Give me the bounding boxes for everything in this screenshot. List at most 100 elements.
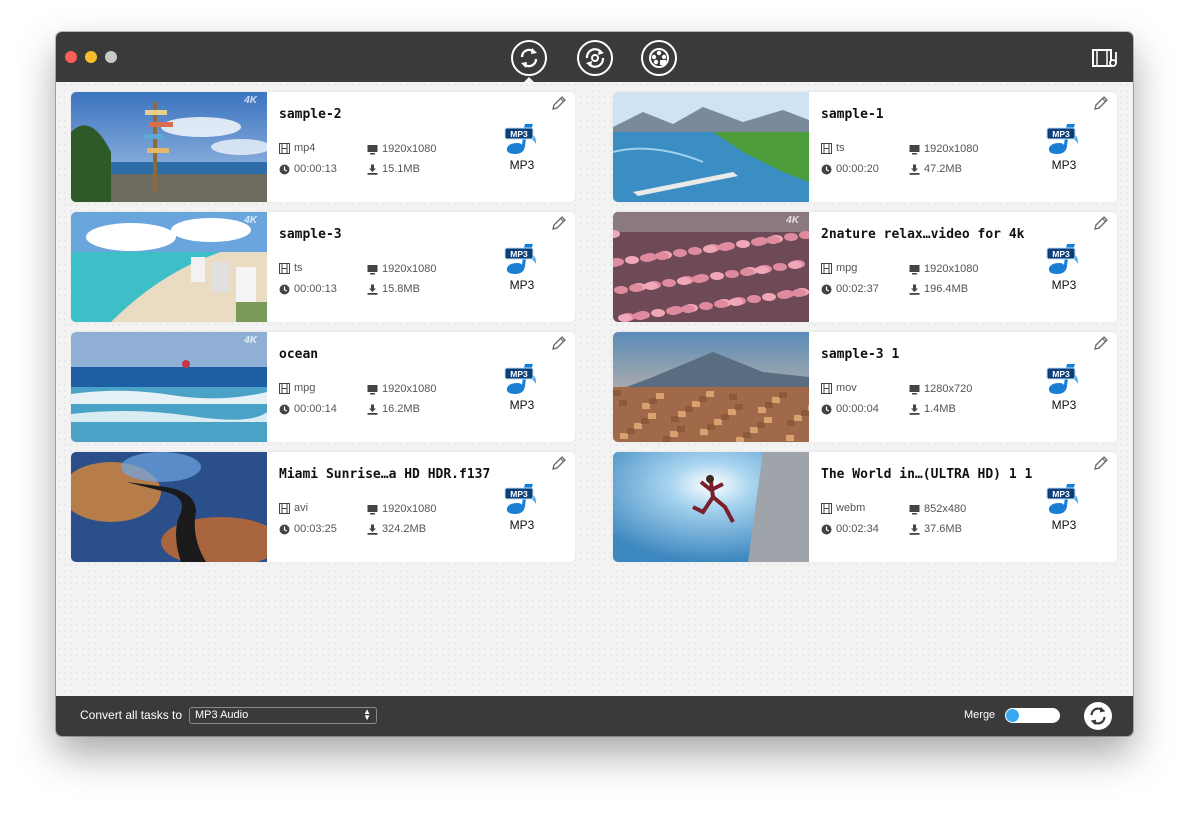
duration-info: 00:03:25: [279, 523, 337, 535]
mp3-icon: MP3: [504, 124, 537, 154]
duration-value: 00:00:20: [836, 163, 879, 175]
video-thumbnail[interactable]: 4K: [71, 332, 267, 442]
4k-badge: 4K: [244, 335, 257, 346]
film-tab-button[interactable]: [641, 40, 677, 76]
resolution-info: 1920x1080: [367, 503, 436, 515]
task-card[interactable]: sample-1 ts 1920x1080 00:00:20 47.2MB MP…: [613, 92, 1117, 202]
output-format-label: MP3: [1051, 278, 1077, 292]
output-format-button[interactable]: MP3 MP3: [1043, 482, 1085, 532]
merge-toggle[interactable]: [1005, 708, 1060, 723]
resolution-value: 1920x1080: [382, 503, 437, 515]
resolution-info: 1920x1080: [909, 143, 978, 155]
size-value: 47.2MB: [924, 163, 962, 175]
task-card[interactable]: 4K sample-3 ts 1920x1080 00:00:13 15.8MB…: [71, 212, 575, 322]
film-strip-icon: [279, 502, 290, 514]
format-value: webm: [836, 502, 866, 514]
merge-toggle-knob: [1006, 709, 1019, 722]
film-strip-icon: [821, 382, 832, 394]
output-format-button[interactable]: MP3 MP3: [1043, 242, 1085, 292]
video-thumbnail[interactable]: 4K: [613, 212, 809, 322]
video-thumbnail[interactable]: [71, 452, 267, 562]
edit-icon[interactable]: [1093, 215, 1109, 231]
resolution-info: 1920x1080: [367, 383, 436, 395]
media-library-icon[interactable]: [1091, 46, 1119, 70]
task-card[interactable]: 4K ocean mpg 1920x1080 00:00:14 16.2MB M…: [71, 332, 575, 442]
monitor-icon: [367, 384, 378, 394]
video-thumbnail[interactable]: [613, 92, 809, 202]
duration-info: 00:00:14: [279, 403, 337, 415]
task-title: ocean: [279, 347, 319, 362]
size-value: 15.8MB: [382, 283, 420, 295]
duration-info: 00:00:20: [821, 163, 879, 175]
select-arrows-icon: ▲ ▼: [363, 707, 371, 722]
task-title: Miami Sunrise…a HD HDR.f137: [279, 467, 491, 482]
format-value: avi: [294, 502, 309, 514]
task-card[interactable]: Miami Sunrise…a HD HDR.f137 avi 1920x108…: [71, 452, 575, 562]
resolution-value: 1280x720: [924, 383, 973, 395]
task-card[interactable]: sample-3 1 mov 1280x720 00:00:04 1.4MB M…: [613, 332, 1117, 442]
output-format-button[interactable]: MP3 MP3: [501, 122, 543, 172]
format-info: mpg: [821, 262, 857, 274]
size-info: 196.4MB: [909, 283, 968, 295]
app-window: 4K sample-2 mp4 1920x1080 00:00:13 15.1M…: [56, 32, 1133, 736]
duration-info: 00:00:13: [279, 163, 337, 175]
output-format-button[interactable]: MP3 MP3: [501, 242, 543, 292]
edit-icon[interactable]: [1093, 455, 1109, 471]
edit-icon[interactable]: [551, 95, 567, 111]
format-info: mp4: [279, 142, 315, 154]
convert-icon: [1090, 706, 1106, 726]
output-format-select[interactable]: MP3 Audio ▲ ▼: [189, 707, 377, 724]
resolution-value: 1920x1080: [382, 383, 437, 395]
output-format-button[interactable]: MP3 MP3: [501, 362, 543, 412]
format-info: mpg: [279, 382, 315, 394]
edit-icon[interactable]: [551, 335, 567, 351]
4k-badge: 4K: [244, 95, 257, 106]
download-size-icon: [909, 164, 920, 175]
output-format-button[interactable]: MP3 MP3: [501, 482, 543, 532]
convert-icon: [520, 48, 538, 68]
output-format-button[interactable]: MP3 MP3: [1043, 122, 1085, 172]
task-title: sample-1: [821, 107, 884, 122]
close-window-button[interactable]: [65, 51, 77, 63]
video-thumbnail[interactable]: [613, 452, 809, 562]
mp3-icon-text: MP3: [510, 249, 528, 259]
video-thumbnail[interactable]: 4K: [71, 92, 267, 202]
minimize-window-button[interactable]: [85, 51, 97, 63]
mp3-icon-text: MP3: [1052, 369, 1070, 379]
video-thumbnail[interactable]: [613, 332, 809, 442]
task-card[interactable]: 4K sample-2 mp4 1920x1080 00:00:13 15.1M…: [71, 92, 575, 202]
clock-icon: [279, 524, 290, 534]
film-strip-icon: [279, 262, 290, 274]
monitor-icon: [367, 264, 378, 274]
duration-value: 00:02:37: [836, 283, 879, 295]
convert-tab-button[interactable]: [511, 40, 547, 76]
task-title: sample-3: [279, 227, 342, 242]
film-strip-icon: [821, 262, 832, 274]
task-card[interactable]: 4K 2nature relax…video for 4k mpg 1920x1…: [613, 212, 1117, 322]
monitor-icon: [909, 264, 920, 274]
output-format-button[interactable]: MP3 MP3: [1043, 362, 1085, 412]
task-card[interactable]: The World in…(ULTRA HD) 1 1 webm 852x480…: [613, 452, 1117, 562]
convert-all-button[interactable]: [1084, 702, 1112, 730]
resolution-value: 852x480: [924, 503, 967, 515]
duration-value: 00:00:13: [294, 283, 337, 295]
size-info: 37.6MB: [909, 523, 962, 535]
monitor-icon: [909, 384, 920, 394]
rotate-icon: [585, 48, 605, 68]
edit-icon[interactable]: [1093, 95, 1109, 111]
mp3-icon: MP3: [504, 484, 537, 514]
task-title: sample-2: [279, 107, 342, 122]
edit-icon[interactable]: [1093, 335, 1109, 351]
zoom-window-button[interactable]: [105, 51, 117, 63]
rotate-tab-button[interactable]: [577, 40, 613, 76]
film-strip-icon: [821, 502, 832, 514]
duration-info: 00:00:13: [279, 283, 337, 295]
output-format-label: MP3: [509, 398, 535, 412]
video-thumbnail[interactable]: 4K: [71, 212, 267, 322]
resolution-value: 1920x1080: [924, 143, 979, 155]
edit-icon[interactable]: [551, 455, 567, 471]
convert-all-label: Convert all tasks to: [80, 708, 183, 722]
download-size-icon: [909, 284, 920, 295]
edit-icon[interactable]: [551, 215, 567, 231]
mp3-icon: MP3: [504, 364, 537, 394]
